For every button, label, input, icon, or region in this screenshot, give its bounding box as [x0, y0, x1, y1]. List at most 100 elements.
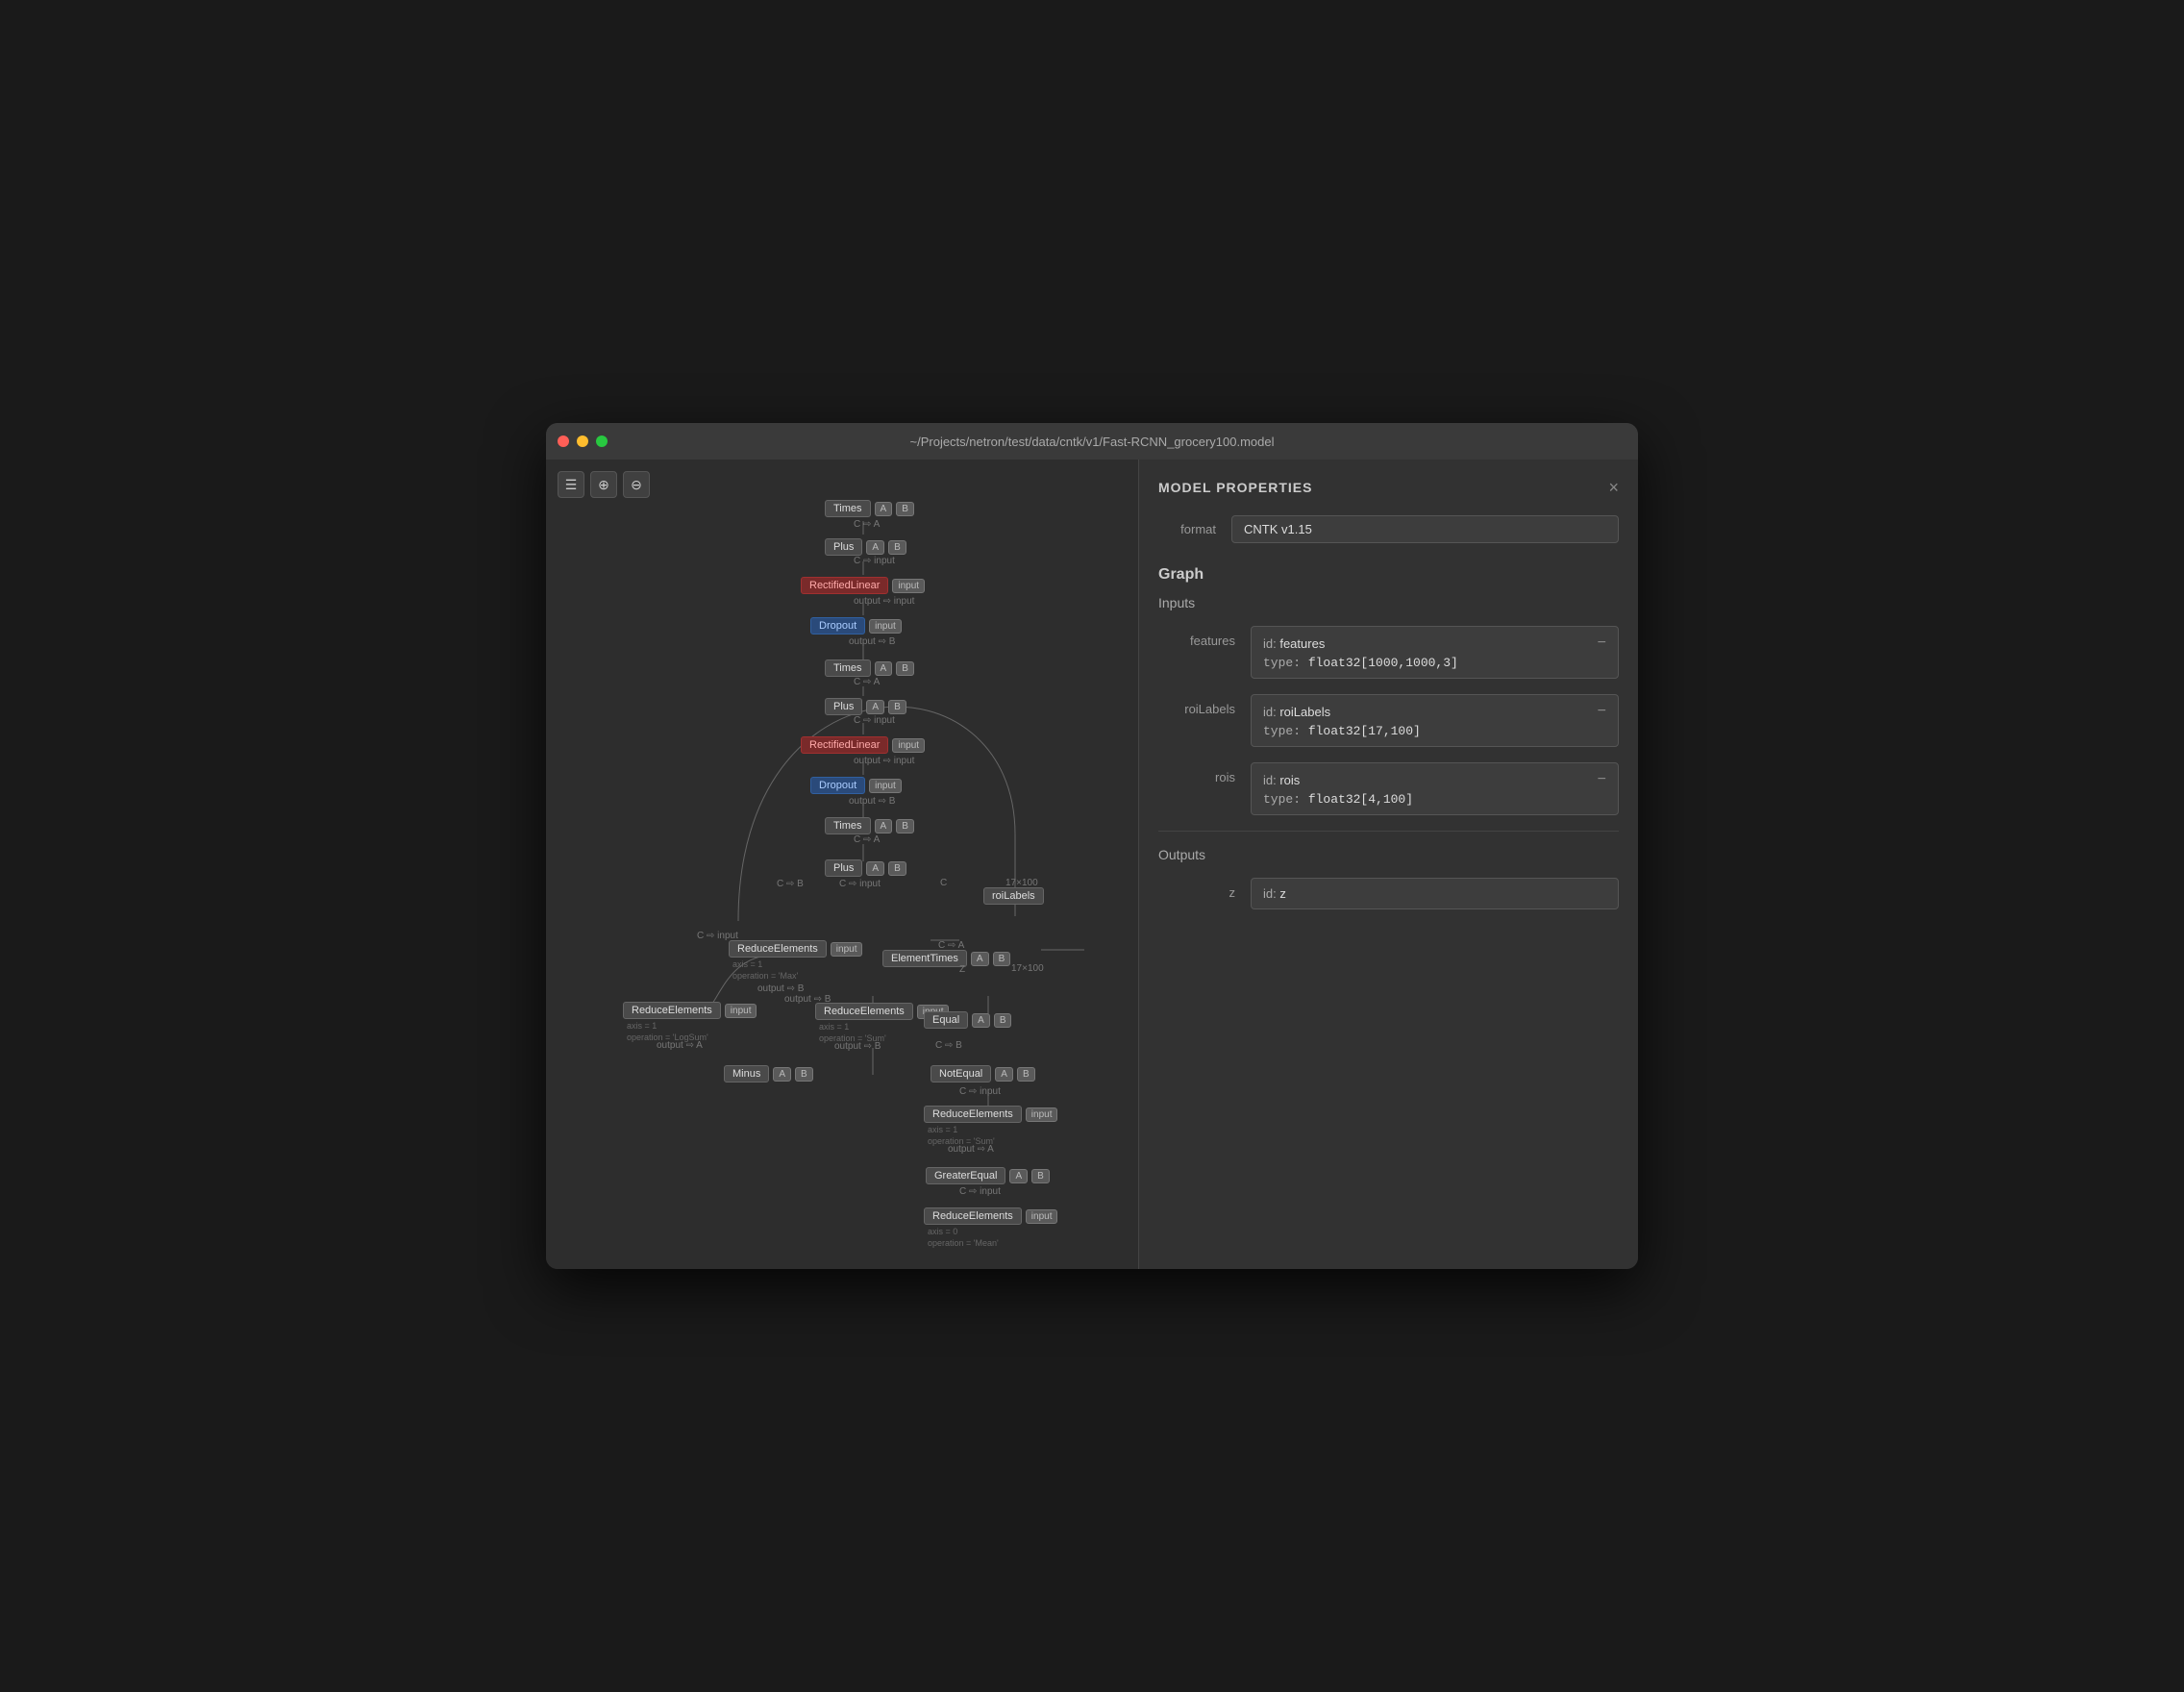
- input-roilabels-label: roiLabels: [1158, 694, 1235, 716]
- node-label-plus-1: Plus: [825, 538, 862, 556]
- properties-header: MODEL PROPERTIES ×: [1158, 479, 1619, 496]
- edge-label-cinput-ne: C ⇨ input: [959, 1086, 1001, 1097]
- input-roilabels-details: id: roiLabels − type: float32[17,100]: [1251, 694, 1619, 747]
- node-attr-reduce-left-axis: axis = 1: [623, 1021, 757, 1031]
- edge-label-eqb: C ⇨ B: [935, 1040, 962, 1051]
- node-label-reduce-1: ReduceElements: [729, 940, 827, 958]
- close-button[interactable]: [558, 435, 569, 447]
- node-label-times-3: Times: [825, 817, 871, 834]
- edge-label-4: output ⇨ B: [849, 636, 895, 647]
- node-attr-rb2-op: operation = 'Mean': [924, 1238, 1057, 1248]
- input-features-details: id: features − type: float32[1000,1000,3…: [1251, 626, 1619, 679]
- menu-icon: ☰: [565, 477, 578, 493]
- output-z: z id: z: [1158, 878, 1619, 909]
- node-attr-reduce-1-axis: axis = 1: [729, 959, 862, 969]
- edge-label-outb-2: output ⇨ B: [784, 994, 831, 1005]
- node-reduce-elements-left[interactable]: ReduceElements input axis = 1 operation …: [623, 1002, 757, 1042]
- window-title: ~/Projects/netron/test/data/cntk/v1/Fast…: [910, 435, 1275, 449]
- node-times-3[interactable]: Times A B: [825, 817, 914, 834]
- node-element-times[interactable]: ElementTimes A B: [882, 950, 1010, 967]
- edge-label-cinput-ge: C ⇨ input: [959, 1186, 1001, 1197]
- format-value: CNTK v1.15: [1231, 515, 1619, 543]
- edge-label-outb-3: output ⇨ B: [834, 1041, 881, 1052]
- node-label-plus-3: Plus: [825, 859, 862, 877]
- node-label-times-1: Times: [825, 500, 871, 517]
- maximize-button[interactable]: [596, 435, 608, 447]
- edge-label-5: C ⇨ A: [854, 677, 880, 687]
- node-dropout-2[interactable]: Dropout input: [810, 777, 902, 794]
- edge-label-ea: C ⇨ A: [938, 940, 964, 951]
- input-roilabels-type: type: float32[17,100]: [1263, 724, 1606, 738]
- node-roilabels[interactable]: roiLabels: [983, 887, 1044, 905]
- node-label-dropout-1: Dropout: [810, 617, 865, 634]
- node-reduce-elements-1[interactable]: ReduceElements input axis = 1 operation …: [729, 940, 862, 981]
- node-attr-rb1-axis: axis = 1: [924, 1125, 1057, 1134]
- node-attr-reduce-1-op: operation = 'Max': [729, 971, 862, 981]
- minimize-button[interactable]: [577, 435, 588, 447]
- node-label-plus-2: Plus: [825, 698, 862, 715]
- node-dropout-1[interactable]: Dropout input: [810, 617, 902, 634]
- input-features-type: type: float32[1000,1000,3]: [1263, 656, 1606, 670]
- node-label-dropout-2: Dropout: [810, 777, 865, 794]
- output-z-id: id: z: [1263, 886, 1606, 901]
- edge-label-17x100-2: 17×100: [1011, 963, 1044, 974]
- edge-label-3: output ⇨ input: [854, 596, 914, 607]
- edge-label-ez: Z: [959, 964, 965, 975]
- node-label-reduce-left: ReduceElements: [623, 1002, 721, 1019]
- collapse-rois-button[interactable]: −: [1598, 771, 1606, 788]
- node-reduce-bottom-2[interactable]: ReduceElements input axis = 0 operation …: [924, 1207, 1057, 1248]
- node-label-notequal: NotEqual: [931, 1065, 991, 1082]
- zoom-out-button[interactable]: ⊖: [623, 471, 650, 498]
- edge-label-cb: C ⇨ B: [777, 879, 804, 889]
- graph-canvas[interactable]: Times A B C ⇨ A Plus A B C ⇨ input Recti…: [546, 460, 1138, 1269]
- close-properties-button[interactable]: ×: [1608, 479, 1619, 496]
- input-rois-id: id: rois: [1263, 773, 1300, 787]
- input-rois-header: id: rois −: [1263, 771, 1606, 788]
- node-minus[interactable]: Minus A B: [724, 1065, 813, 1082]
- edge-label-outb: output ⇨ B: [757, 983, 804, 994]
- node-label-reduce-b2: ReduceElements: [924, 1207, 1022, 1225]
- zoom-in-button[interactable]: ⊕: [590, 471, 617, 498]
- menu-button[interactable]: ☰: [558, 471, 584, 498]
- collapse-features-button[interactable]: −: [1598, 634, 1606, 652]
- properties-title: MODEL PROPERTIES: [1158, 480, 1312, 495]
- outputs-section-title: Outputs: [1158, 847, 1619, 862]
- graph-panel: ☰ ⊕ ⊖: [546, 460, 1138, 1269]
- edge-label-7: output ⇨ input: [854, 756, 914, 766]
- content-area: ☰ ⊕ ⊖: [546, 460, 1638, 1269]
- node-label-reduce-2: ReduceElements: [815, 1003, 913, 1020]
- input-features-id: id: features: [1263, 636, 1325, 651]
- node-reduce-bottom-1[interactable]: ReduceElements input axis = 1 operation …: [924, 1106, 1057, 1146]
- output-z-label: z: [1158, 878, 1235, 900]
- properties-panel: MODEL PROPERTIES × format CNTK v1.15 Gra…: [1138, 460, 1638, 1269]
- node-times-2[interactable]: Times A B: [825, 659, 914, 677]
- inputs-section-title: Inputs: [1158, 595, 1619, 610]
- collapse-roilabels-button[interactable]: −: [1598, 703, 1606, 720]
- node-equal[interactable]: Equal A B: [924, 1011, 1011, 1029]
- input-features: features id: features − type: float32[10…: [1158, 626, 1619, 679]
- node-relu-1[interactable]: RectifiedLinear input: [801, 577, 925, 594]
- node-relu-2[interactable]: RectifiedLinear input: [801, 736, 925, 754]
- node-times-1[interactable]: Times A B: [825, 500, 914, 517]
- node-greaterequal[interactable]: GreaterEqual A B: [926, 1167, 1050, 1184]
- zoom-in-icon: ⊕: [598, 477, 609, 493]
- input-roilabels-id: id: roiLabels: [1263, 705, 1330, 719]
- node-label-roilabels: roiLabels: [983, 887, 1044, 905]
- edge-label-6: C ⇨ input: [854, 715, 895, 726]
- edge-label-cinput-r1: C ⇨ input: [697, 931, 738, 941]
- output-z-details: id: z: [1251, 878, 1619, 909]
- edge-label-outa: output ⇨ A: [657, 1040, 703, 1051]
- input-rois-type: type: float32[4,100]: [1263, 792, 1606, 807]
- edge-label-outa-2: output ⇨ A: [948, 1144, 994, 1155]
- edge-label-8: output ⇨ B: [849, 796, 895, 807]
- input-roilabels: roiLabels id: roiLabels − type: float32[…: [1158, 694, 1619, 747]
- edge-label-cinput: C ⇨ input: [839, 879, 881, 889]
- node-plus-2[interactable]: Plus A B: [825, 698, 906, 715]
- node-plus-3[interactable]: Plus A B: [825, 859, 906, 877]
- node-plus-1[interactable]: Plus A B: [825, 538, 906, 556]
- section-divider: [1158, 831, 1619, 832]
- node-label-greaterequal: GreaterEqual: [926, 1167, 1005, 1184]
- edge-label-c: C: [940, 878, 947, 888]
- edge-label-17x100: 17×100: [1005, 878, 1038, 888]
- node-notequal[interactable]: NotEqual A B: [931, 1065, 1035, 1082]
